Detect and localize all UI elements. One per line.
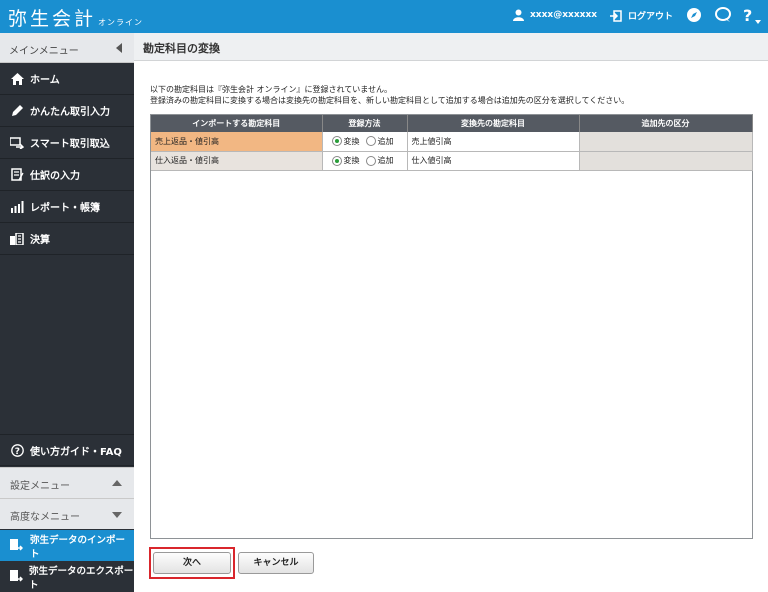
help-menu-icon[interactable]: ? <box>743 7 763 25</box>
user-icon <box>513 9 524 21</box>
instruction-line-2: 登録済みの勘定科目に変換する場合は変換先の勘定科目を、新しい勘定科目として追加す… <box>150 96 630 105</box>
import-account-cell: 仕入返品・値引高 <box>151 151 323 171</box>
data-import-icon <box>10 538 24 553</box>
sidebar-item-home[interactable]: ホーム <box>0 63 134 95</box>
collapse-chevron-icon[interactable] <box>116 43 122 53</box>
settings-menu-label: 設定メニュー <box>10 481 70 492</box>
expand-down-icon <box>112 512 122 518</box>
collapse-up-icon <box>112 480 122 486</box>
main-menu-header[interactable]: メインメニュー <box>0 33 134 63</box>
account-conversion-table: インポートする勘定科目 登録方法 変換先の勘定科目 追加先の区分 売上返品・値引… <box>151 115 753 171</box>
target-account-select[interactable]: 仕入値引高 <box>407 151 580 171</box>
user-email: xxxx@xxxxxx <box>530 10 598 20</box>
sidebar-item-label: スマート取引取込 <box>30 139 110 150</box>
sidebar-item-label: レポート・帳簿 <box>30 203 100 214</box>
add-radio-label: 追加 <box>377 136 394 146</box>
page-title: 勘定科目の変換 <box>143 42 220 55</box>
sidebar-item-label: 弥生データのインポート <box>29 534 125 560</box>
account-conversion-panel: インポートする勘定科目 登録方法 変換先の勘定科目 追加先の区分 売上返品・値引… <box>150 114 753 539</box>
app-logo[interactable]: 弥生会計 オンライン <box>8 4 143 31</box>
journal-icon <box>10 168 24 182</box>
column-header-import-account: インポートする勘定科目 <box>151 115 323 132</box>
sidebar-item-label: 弥生データのエクスポート <box>29 565 134 591</box>
table-row[interactable]: 仕入返品・値引高 変換 追加 仕入値引高 <box>151 151 753 171</box>
chat-support-icon[interactable] <box>715 7 732 23</box>
convert-radio-label: 変換 <box>343 136 360 146</box>
sidebar-item-guide-faq[interactable]: ? 使い方ガイド・FAQ <box>0 434 134 466</box>
sidebar-item-label: かんたん取引入力 <box>30 107 110 118</box>
sidebar-item-simple-entry[interactable]: かんたん取引入力 <box>0 95 134 127</box>
sidebar: メインメニュー ホーム かんたん取引入力 スマート取引取込 仕訳の入力 レポート… <box>0 33 134 592</box>
main-content: 勘定科目の変換 以下の勘定科目は『弥生会計 オンライン』に登録されていません。 … <box>134 33 768 592</box>
add-radio[interactable] <box>365 136 376 147</box>
convert-radio[interactable] <box>331 136 342 147</box>
sidebar-item-yayoi-export[interactable]: 弥生データのエクスポート <box>0 561 134 592</box>
table-header-row: インポートする勘定科目 登録方法 変換先の勘定科目 追加先の区分 <box>151 115 753 132</box>
cancel-button[interactable]: キャンセル <box>238 552 314 574</box>
sidebar-item-settlement[interactable]: 決算 <box>0 223 134 255</box>
advanced-menu-toggle[interactable]: 高度なメニュー <box>0 498 134 529</box>
pencil-icon <box>10 104 24 118</box>
data-export-icon <box>10 569 23 584</box>
add-radio-label: 追加 <box>377 156 394 165</box>
logout-label: ログアウト <box>628 12 674 22</box>
settings-menu-toggle[interactable]: 設定メニュー <box>0 467 134 498</box>
table-row[interactable]: 売上返品・値引高 変換 追加 売上値引高 <box>151 132 753 152</box>
column-header-target-account: 変換先の勘定科目 <box>407 115 580 132</box>
column-header-registration-method: 登録方法 <box>322 115 408 132</box>
question-circle-icon: ? <box>10 443 24 457</box>
svg-text:?: ? <box>14 447 19 457</box>
registration-method-cell: 変換 追加 <box>322 151 408 171</box>
page-title-bar: 勘定科目の変換 <box>134 33 768 61</box>
target-account-select[interactable]: 売上値引高 <box>407 132 580 152</box>
sidebar-item-journal-entry[interactable]: 仕訳の入力 <box>0 159 134 191</box>
sidebar-item-label: 決算 <box>30 235 50 246</box>
sidebar-item-label: ホーム <box>30 75 60 86</box>
add-radio[interactable] <box>365 155 376 166</box>
sidebar-item-label: 使い方ガイド・FAQ <box>30 446 122 458</box>
target-category-select <box>579 151 753 171</box>
user-account[interactable]: xxxx@xxxxxx <box>513 9 597 21</box>
target-category-select <box>579 132 753 152</box>
column-header-target-category: 追加先の区分 <box>579 115 753 132</box>
convert-radio[interactable] <box>331 155 342 166</box>
sidebar-item-yayoi-import[interactable]: 弥生データのインポート <box>0 530 134 561</box>
instruction-text: 以下の勘定科目は『弥生会計 オンライン』に登録されていません。 登録済みの勘定科… <box>150 84 629 106</box>
next-button[interactable]: 次へ <box>153 552 231 574</box>
registration-method-cell: 変換 追加 <box>322 132 408 152</box>
sidebar-item-smart-import[interactable]: スマート取引取込 <box>0 127 134 159</box>
sidebar-item-reports[interactable]: レポート・帳簿 <box>0 191 134 223</box>
navigation-compass-icon[interactable] <box>686 7 702 23</box>
logout-link[interactable]: ログアウト <box>610 9 673 22</box>
top-bar: 弥生会計 オンライン xxxx@xxxxxx ログアウト ? <box>0 0 768 33</box>
import-card-icon <box>10 136 24 150</box>
sidebar-item-label: 仕訳の入力 <box>30 171 80 182</box>
svg-text:?: ? <box>743 7 752 25</box>
convert-radio-label: 変換 <box>343 156 360 165</box>
import-account-cell: 売上返品・値引高 <box>151 132 323 152</box>
instruction-line-1: 以下の勘定科目は『弥生会計 オンライン』に登録されていません。 <box>150 85 393 94</box>
main-menu-label: メインメニュー <box>9 46 79 57</box>
advanced-menu-label: 高度なメニュー <box>10 512 80 523</box>
settlement-icon <box>10 232 24 246</box>
logout-icon <box>610 9 622 22</box>
report-chart-icon <box>10 200 24 214</box>
home-icon <box>10 72 24 86</box>
